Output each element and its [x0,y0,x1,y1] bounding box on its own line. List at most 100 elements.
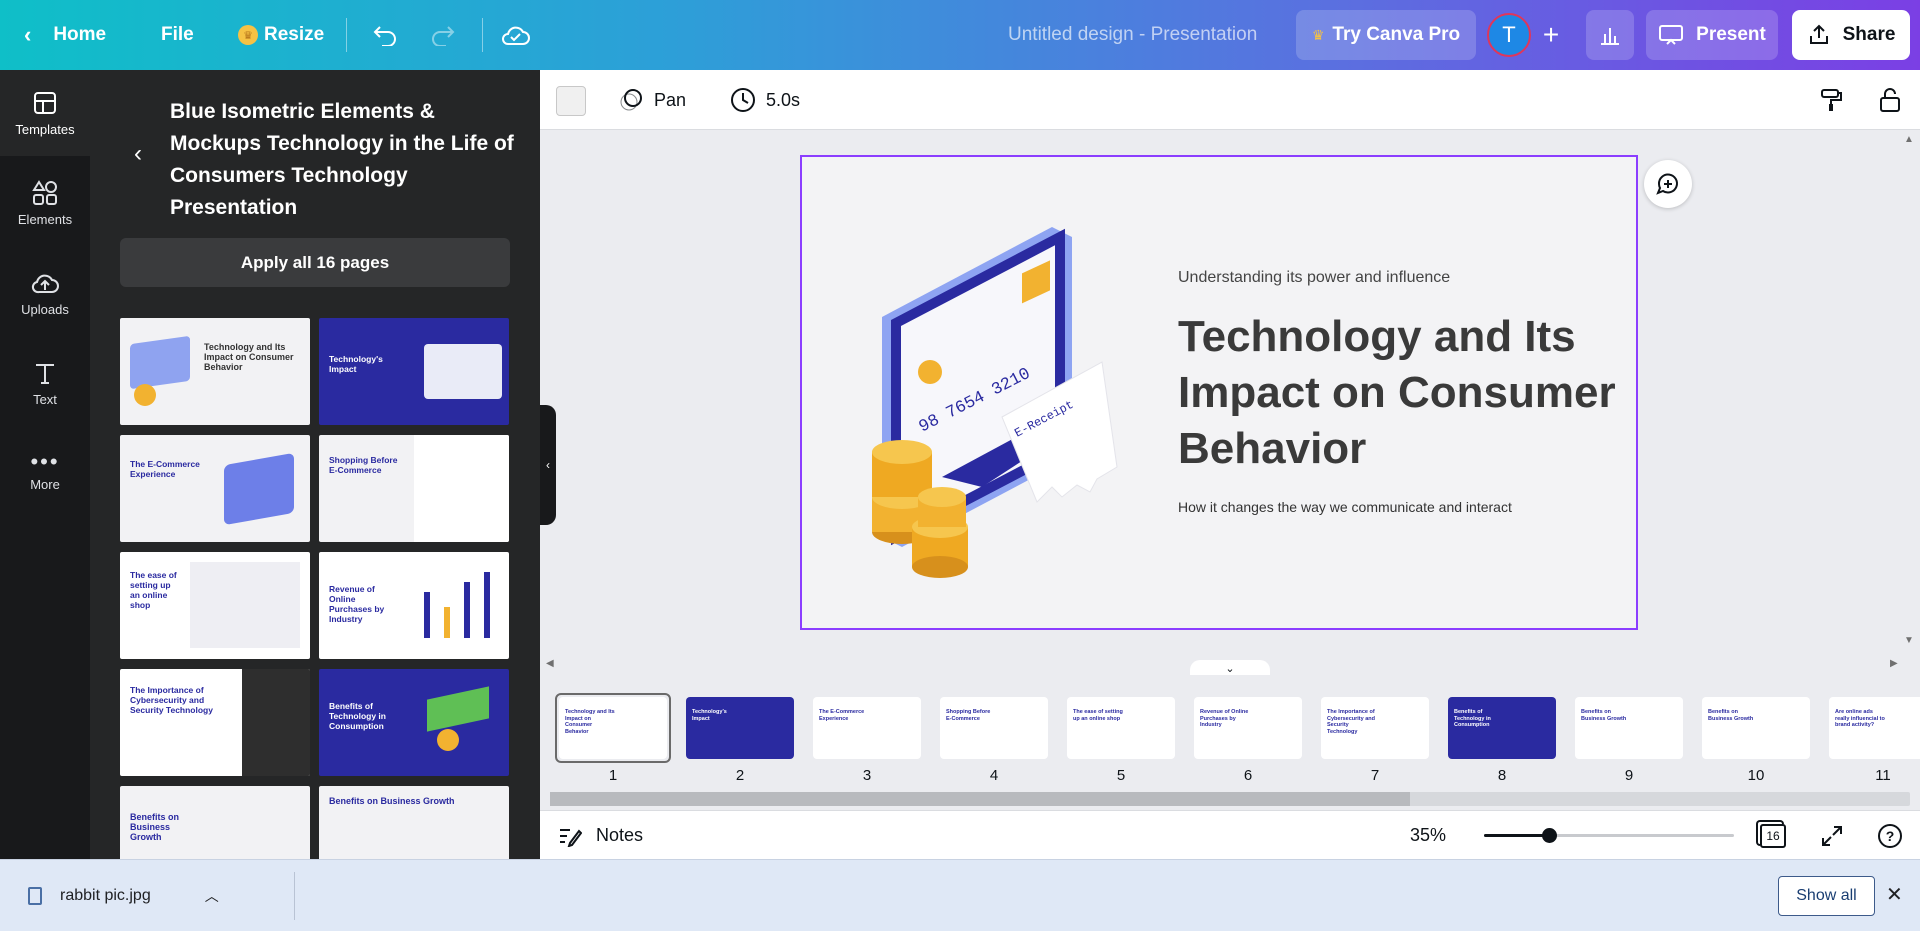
templates-panel: ‹ Blue Isometric Elements & Mockups Tech… [90,70,540,859]
add-comment-button[interactable] [1644,160,1692,208]
template-thumb[interactable]: Technology and Its Impact on Consumer Be… [120,318,310,425]
page-thumbnail[interactable]: Revenue of Online Purchases by Industry [1194,697,1302,759]
coin [912,556,968,578]
download-item[interactable]: rabbit pic.jpg ︿ [28,860,219,931]
share-icon [1809,24,1828,44]
zoom-level[interactable]: 35% [1410,811,1446,860]
present-button[interactable]: Present [1646,10,1778,60]
scroll-down-arrow[interactable]: ▼ [1904,635,1914,646]
notes-button[interactable]: Notes [558,811,643,860]
slide-subtitle[interactable]: Understanding its power and influence [1178,269,1450,287]
redo-button[interactable] [430,0,456,70]
slide-footer-text[interactable]: How it changes the way we communicate an… [1178,499,1512,515]
file-menu[interactable]: File [161,0,194,70]
template-thumb[interactable]: The ease of setting up an online shop [120,552,310,659]
template-thumb-title: Benefits on Business Growth [329,796,455,806]
background-color-swatch[interactable] [556,86,586,116]
page-thumbnail-title: The ease of setting up an online shop [1073,709,1123,722]
template-thumb-title: Technology and Its Impact on Consumer Be… [204,342,294,372]
apply-all-pages-button[interactable]: Apply all 16 pages [120,238,510,287]
plus-icon: + [1542,19,1560,50]
slide-canvas[interactable]: 98 7654 3210 E-Receipt Understanding its… [800,155,1638,630]
photo [242,669,310,776]
document-title[interactable]: Untitled design - Presentation [1008,0,1257,70]
divider [482,18,483,52]
cloud-save-button[interactable] [500,0,530,70]
templates-icon [34,91,56,114]
template-thumb[interactable]: Benefits on Business Growth [120,786,310,859]
template-title: Blue Isometric Elements & Mockups Techno… [170,100,514,219]
page-thumbnail-title: Shopping Before E-Commerce [946,709,991,722]
rail-item-uploads[interactable]: Uploads [0,250,90,336]
page-thumbnail[interactable]: The E-Commerce Experience [813,697,921,759]
pages-scrollbar-thumb[interactable] [550,792,1410,806]
template-thumb[interactable]: Shopping Before E-Commerce [319,435,509,542]
page-thumbnail[interactable]: The ease of setting up an online shop [1067,697,1175,759]
isometric-card-illustration: 98 7654 3210 E-Receipt [872,227,1118,578]
template-thumb[interactable]: The E-Commerce Experience [120,435,310,542]
share-button[interactable]: Share [1792,10,1910,60]
collapse-panel-button[interactable]: ‹ [540,405,556,525]
page-thumbnail-title: Technology's Impact [692,709,727,722]
page-thumbnail[interactable]: The Importance of Cybersecurity and Secu… [1321,697,1429,759]
card-circle [918,360,942,384]
rail-item-text[interactable]: Text [0,340,90,426]
template-thumb[interactable]: The Importance of Cybersecurity and Secu… [120,669,310,776]
undo-button[interactable] [372,0,398,70]
page-thumbnail[interactable]: Benefits on Business Growth [1702,697,1810,759]
rail-item-templates[interactable]: Templates [0,70,90,156]
avatar[interactable]: T [1487,13,1531,57]
back-button[interactable]: ‹ [134,140,142,168]
canvas-vertical-scrollbar[interactable]: ▲ ▼ [1900,130,1920,670]
notes-icon [560,828,582,847]
template-thumb-title: The Importance of Cybersecurity and Secu… [130,685,213,715]
page-thumbnail[interactable]: Benefits on Business Growth [1575,697,1683,759]
rail-item-more[interactable]: ••• More [0,430,90,516]
zoom-slider-fill [1484,834,1549,837]
left-rail: Templates Elements Uploads Text ••• More [0,70,90,859]
divider [346,18,347,52]
insights-button[interactable] [1586,10,1634,60]
page-thumbnail[interactable]: Benefits of Technology in Consumption [1448,697,1556,759]
lock-button[interactable] [1878,70,1902,130]
page-thumbnail[interactable]: Technology and Its Impact on Consumer Be… [559,697,667,759]
zoom-slider[interactable] [1484,828,1734,843]
template-thumb[interactable]: Benefits of Technology in Consumption [319,669,509,776]
scroll-right-arrow[interactable]: ▶ [1890,658,1898,669]
resize-button[interactable]: ♛ Resize [238,0,324,70]
page-count-button[interactable]: 16 [1760,811,1786,860]
scroll-left-arrow[interactable]: ◀ [546,658,554,669]
hide-pages-button[interactable]: ⌄ [1190,660,1270,676]
show-all-downloads-button[interactable]: Show all [1778,876,1875,916]
paint-roller-icon [1821,89,1842,111]
rail-item-elements[interactable]: Elements [0,160,90,246]
page-thumbnail[interactable]: Are online ads really influencial to bra… [1829,697,1920,759]
coin [918,487,966,507]
chevron-left-icon: ‹ [134,140,142,167]
fullscreen-button[interactable] [1820,811,1844,860]
copy-style-button[interactable] [1818,70,1844,130]
zoom-slider-handle[interactable] [1542,828,1557,843]
animation-button[interactable]: Pan [618,70,686,130]
template-thumb[interactable]: Benefits on Business Growth [319,786,509,859]
close-download-bar-button[interactable]: ✕ [1886,882,1903,907]
scroll-up-arrow[interactable]: ▲ [1904,134,1914,145]
try-pro-button[interactable]: ♛ Try Canva Pro [1296,10,1476,60]
expand-icon [1822,825,1842,846]
pages-scrollbar[interactable] [550,792,1910,806]
page-thumbnail-title: Are online ads really influencial to bra… [1835,709,1885,728]
timing-button[interactable]: 5.0s [730,70,800,130]
page-thumbnail[interactable]: Technology's Impact [686,697,794,759]
template-thumb[interactable]: Technology's Impact [319,318,509,425]
home-button[interactable]: ‹ Home [24,0,106,70]
phone-illustration [224,452,294,526]
page-thumbnail-title: Benefits on Business Growth [1708,709,1754,722]
page-number: 1 [608,767,618,784]
chevron-up-icon[interactable]: ︿ [205,886,219,906]
slide-title[interactable]: Technology and Its Impact on Consumer Be… [1178,309,1618,477]
page-thumbnail[interactable]: Shopping Before E-Commerce [940,697,1048,759]
help-button[interactable]: ? [1878,811,1902,860]
editor-toolbar: Pan 5.0s [540,70,1920,130]
template-thumb[interactable]: Revenue of Online Purchases by Industry [319,552,509,659]
add-collaborator-button[interactable]: + [1533,13,1569,57]
